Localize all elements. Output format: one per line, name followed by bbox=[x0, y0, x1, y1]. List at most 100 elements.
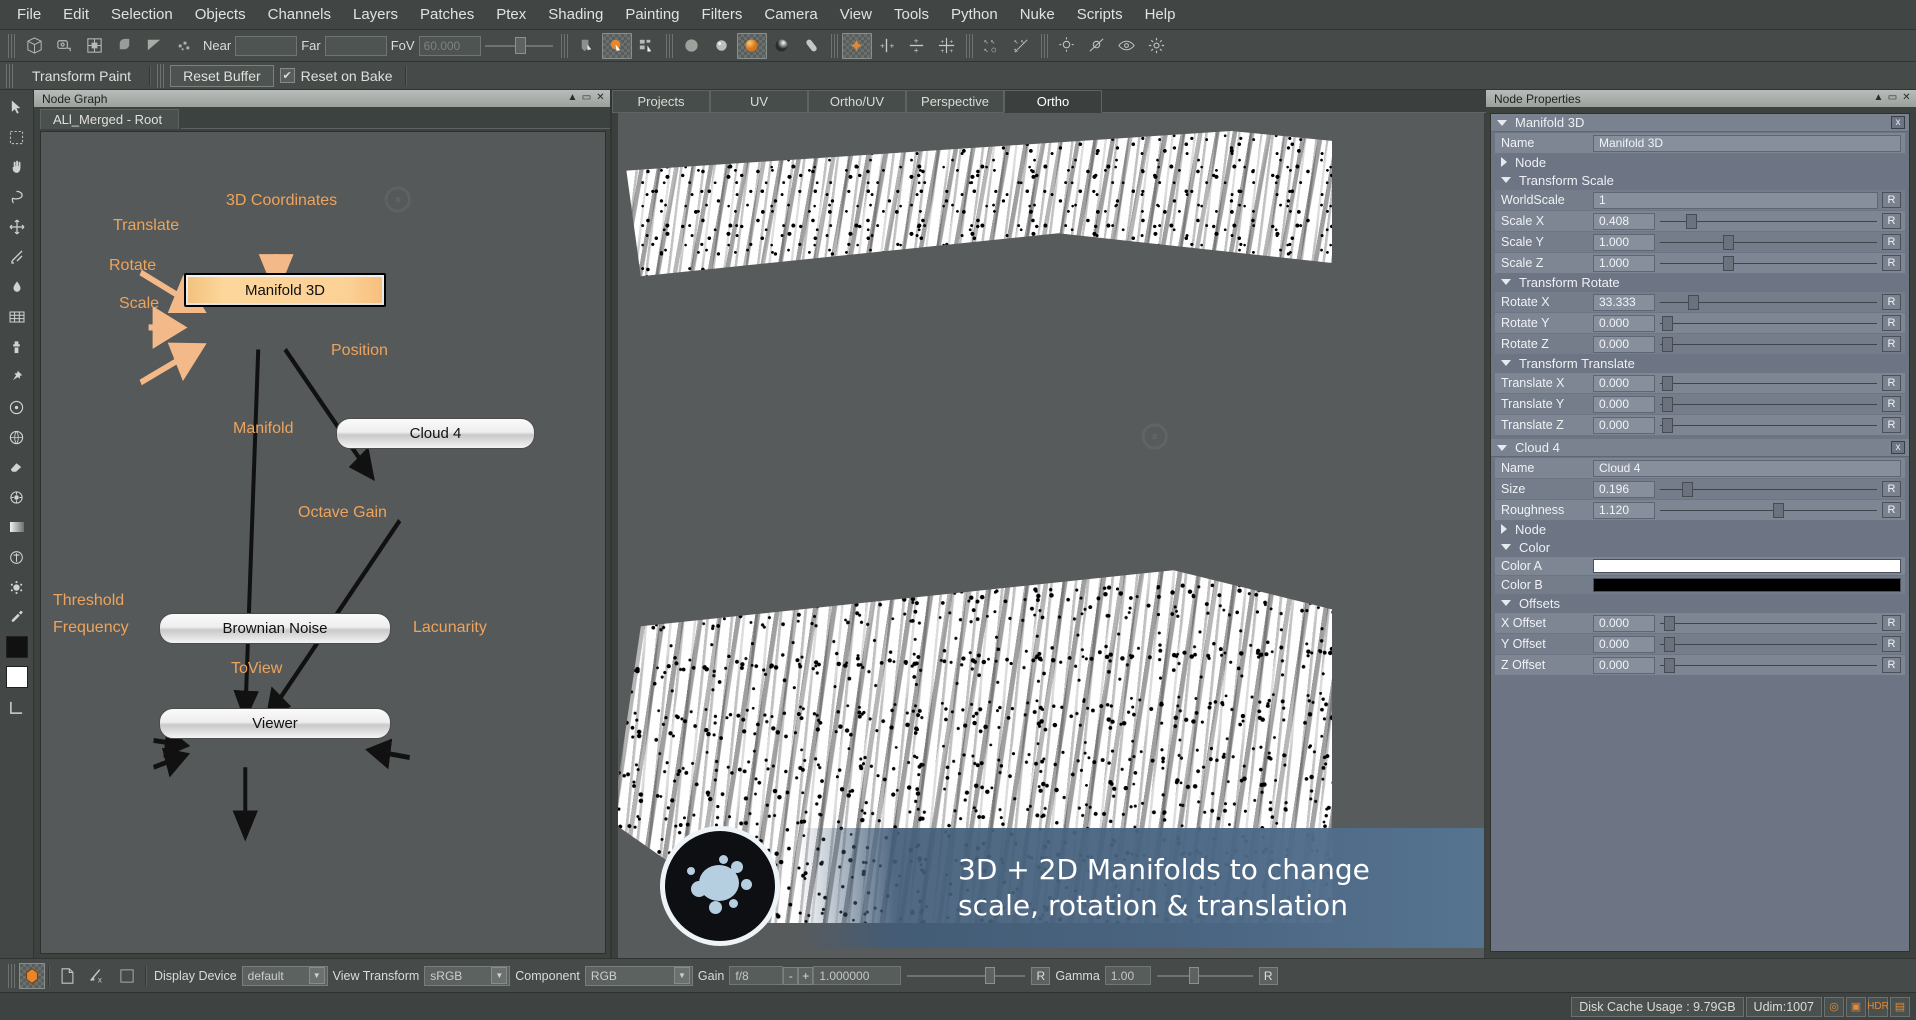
slider-rotate-z[interactable] bbox=[1660, 336, 1877, 353]
slider-scale-y[interactable] bbox=[1660, 234, 1877, 251]
menu-help[interactable]: Help bbox=[1134, 4, 1187, 25]
input-worldscale[interactable]: 1 bbox=[1593, 191, 1878, 209]
input-rotate-z[interactable]: 0.000 bbox=[1593, 335, 1655, 353]
node-viewer[interactable]: Viewer bbox=[159, 708, 391, 739]
reset-translate-y[interactable]: R bbox=[1882, 396, 1901, 412]
dropper-icon[interactable] bbox=[5, 606, 29, 628]
patch-select-icon[interactable] bbox=[79, 33, 109, 59]
np-close-icon[interactable]: ✕ bbox=[1901, 91, 1912, 103]
chevron-down-icon-translate[interactable] bbox=[1501, 360, 1511, 366]
eraser-icon[interactable] bbox=[5, 456, 29, 478]
menu-channels[interactable]: Channels bbox=[257, 4, 342, 25]
component-select[interactable]: RGB ▼ bbox=[584, 965, 693, 986]
menu-tools[interactable]: Tools bbox=[883, 4, 940, 25]
paint-through-icon[interactable] bbox=[5, 396, 29, 418]
node-graph-canvas[interactable]: 3D Coordinates Translate Rotate Scale Po… bbox=[40, 131, 606, 954]
input-translate-y[interactable]: 0.000 bbox=[1593, 395, 1655, 413]
panel-minimize-icon[interactable]: ▭ bbox=[581, 91, 592, 103]
slider-rotate-y[interactable] bbox=[1660, 315, 1877, 332]
input-scale-y[interactable]: 1.000 bbox=[1593, 233, 1655, 251]
menu-scripts[interactable]: Scripts bbox=[1066, 4, 1134, 25]
reset-rotate-z[interactable]: R bbox=[1882, 336, 1901, 352]
swatch-color-b[interactable] bbox=[1593, 578, 1901, 592]
node-brownian-noise[interactable]: Brownian Noise bbox=[159, 613, 391, 644]
transform-paint-button[interactable]: Transform Paint bbox=[19, 65, 144, 87]
node-manifold-3d[interactable]: Manifold 3D bbox=[184, 273, 386, 307]
property-row-scale-x[interactable]: Scale X 0.408 R bbox=[1495, 211, 1905, 231]
np-float-icon[interactable]: ▲ bbox=[1873, 91, 1884, 103]
snap-icon[interactable]: ↖ ↖ ↖ ○ bbox=[977, 33, 1007, 59]
gain-increment-button[interactable]: + bbox=[798, 966, 814, 985]
property-row-color-a[interactable]: Color A bbox=[1495, 557, 1905, 575]
mirror-vertical-icon[interactable]: + + bbox=[872, 33, 902, 59]
viewport-3d-view[interactable]: ⊙ ⊙ 3D + 2D Manifolds to change scale, r… bbox=[618, 113, 1484, 958]
move-icon[interactable] bbox=[5, 216, 29, 238]
input-roughness[interactable]: 1.120 bbox=[1593, 501, 1655, 519]
menu-camera[interactable]: Camera bbox=[753, 4, 828, 25]
input-z-offset[interactable]: 0.000 bbox=[1593, 656, 1655, 674]
slider-size[interactable] bbox=[1660, 481, 1877, 498]
tab-projects[interactable]: Projects bbox=[612, 90, 710, 113]
property-row-name-manifold[interactable]: Name Manifold 3D bbox=[1495, 133, 1905, 153]
near-input[interactable] bbox=[235, 35, 298, 56]
toolbar-grip-4[interactable] bbox=[830, 33, 838, 58]
property-row-size[interactable]: Size 0.196 R bbox=[1495, 479, 1905, 499]
snapshot-icon[interactable]: ▣ bbox=[1846, 996, 1866, 1017]
tab-uv[interactable]: UV bbox=[710, 90, 808, 113]
reset-translate-x[interactable]: R bbox=[1882, 375, 1901, 391]
lasso-icon[interactable] bbox=[5, 186, 29, 208]
slider-translate-z[interactable] bbox=[1660, 417, 1877, 434]
property-row-worldscale[interactable]: WorldScale 1 R bbox=[1495, 190, 1905, 210]
text-icon[interactable] bbox=[5, 546, 29, 568]
reset-scale-y[interactable]: R bbox=[1882, 234, 1901, 250]
sphere-dark-icon[interactable] bbox=[767, 33, 797, 59]
slider-translate-x[interactable] bbox=[1660, 375, 1877, 392]
property-row-translate-x[interactable]: Translate X 0.000 R bbox=[1495, 373, 1905, 393]
chevron-down-icon[interactable] bbox=[1497, 119, 1507, 126]
group-close-button-manifold-3d[interactable]: x bbox=[1891, 116, 1905, 129]
chevron-down-icon-display[interactable]: ▼ bbox=[308, 967, 325, 984]
cylinder-icon[interactable] bbox=[797, 33, 827, 59]
menu-filters[interactable]: Filters bbox=[691, 4, 754, 25]
menu-layers[interactable]: Layers bbox=[342, 4, 409, 25]
property-row-x-offset[interactable]: X Offset 0.000 R bbox=[1495, 613, 1905, 633]
paint-bucket-cursor-icon[interactable] bbox=[601, 32, 632, 59]
property-row-translate-y[interactable]: Translate Y 0.000 R bbox=[1495, 394, 1905, 414]
chevron-right-icon[interactable] bbox=[1501, 157, 1507, 167]
input-y-offset[interactable]: 0.000 bbox=[1593, 635, 1655, 653]
menu-selection[interactable]: Selection bbox=[100, 4, 184, 25]
input-scale-z[interactable]: 1.000 bbox=[1593, 254, 1655, 272]
view-transform-select[interactable]: sRGB ▼ bbox=[424, 965, 511, 986]
input-size[interactable]: 0.196 bbox=[1593, 480, 1655, 498]
menu-shading[interactable]: Shading bbox=[537, 4, 614, 25]
chevron-down-icon-scale[interactable] bbox=[1501, 177, 1511, 183]
light-icon[interactable] bbox=[1052, 33, 1082, 59]
property-row-color-b[interactable]: Color B bbox=[1495, 576, 1905, 594]
pin-icon[interactable] bbox=[5, 366, 29, 388]
fov-input[interactable]: 60.000 bbox=[418, 35, 481, 56]
export-icon[interactable]: ▤ bbox=[1890, 996, 1910, 1017]
mirror-quad-icon[interactable]: + + + + bbox=[932, 33, 962, 59]
property-section-color[interactable]: Color bbox=[1491, 538, 1909, 556]
gradient-ramp-icon[interactable] bbox=[139, 33, 169, 59]
corner-shape-icon[interactable] bbox=[5, 696, 29, 718]
warp-icon[interactable] bbox=[5, 246, 29, 268]
gradient-icon[interactable] bbox=[5, 516, 29, 538]
input-rotate-y[interactable]: 0.000 bbox=[1593, 314, 1655, 332]
input-translate-x[interactable]: 0.000 bbox=[1593, 374, 1655, 392]
input-scale-x[interactable]: 0.408 bbox=[1593, 212, 1655, 230]
chevron-down-icon-rotate[interactable] bbox=[1501, 279, 1511, 285]
slider-y-offset[interactable] bbox=[1660, 636, 1877, 653]
slider-roughness[interactable] bbox=[1660, 502, 1877, 519]
menu-objects[interactable]: Objects bbox=[184, 4, 257, 25]
np-minimize-icon[interactable]: ▭ bbox=[1887, 91, 1898, 103]
property-row-z-offset[interactable]: Z Offset 0.000 R bbox=[1495, 655, 1905, 675]
reset-scale-x[interactable]: R bbox=[1882, 213, 1901, 229]
input-translate-z[interactable]: 0.000 bbox=[1593, 416, 1655, 434]
chevron-right-icon-node-cloud[interactable] bbox=[1501, 524, 1507, 534]
gamma-reset-button[interactable]: R bbox=[1258, 966, 1278, 985]
foreground-color-swatch[interactable] bbox=[5, 636, 28, 658]
chevron-down-icon-color[interactable] bbox=[1501, 544, 1511, 550]
arrow-select-icon[interactable] bbox=[5, 96, 29, 118]
reset-roughness[interactable]: R bbox=[1882, 502, 1901, 518]
